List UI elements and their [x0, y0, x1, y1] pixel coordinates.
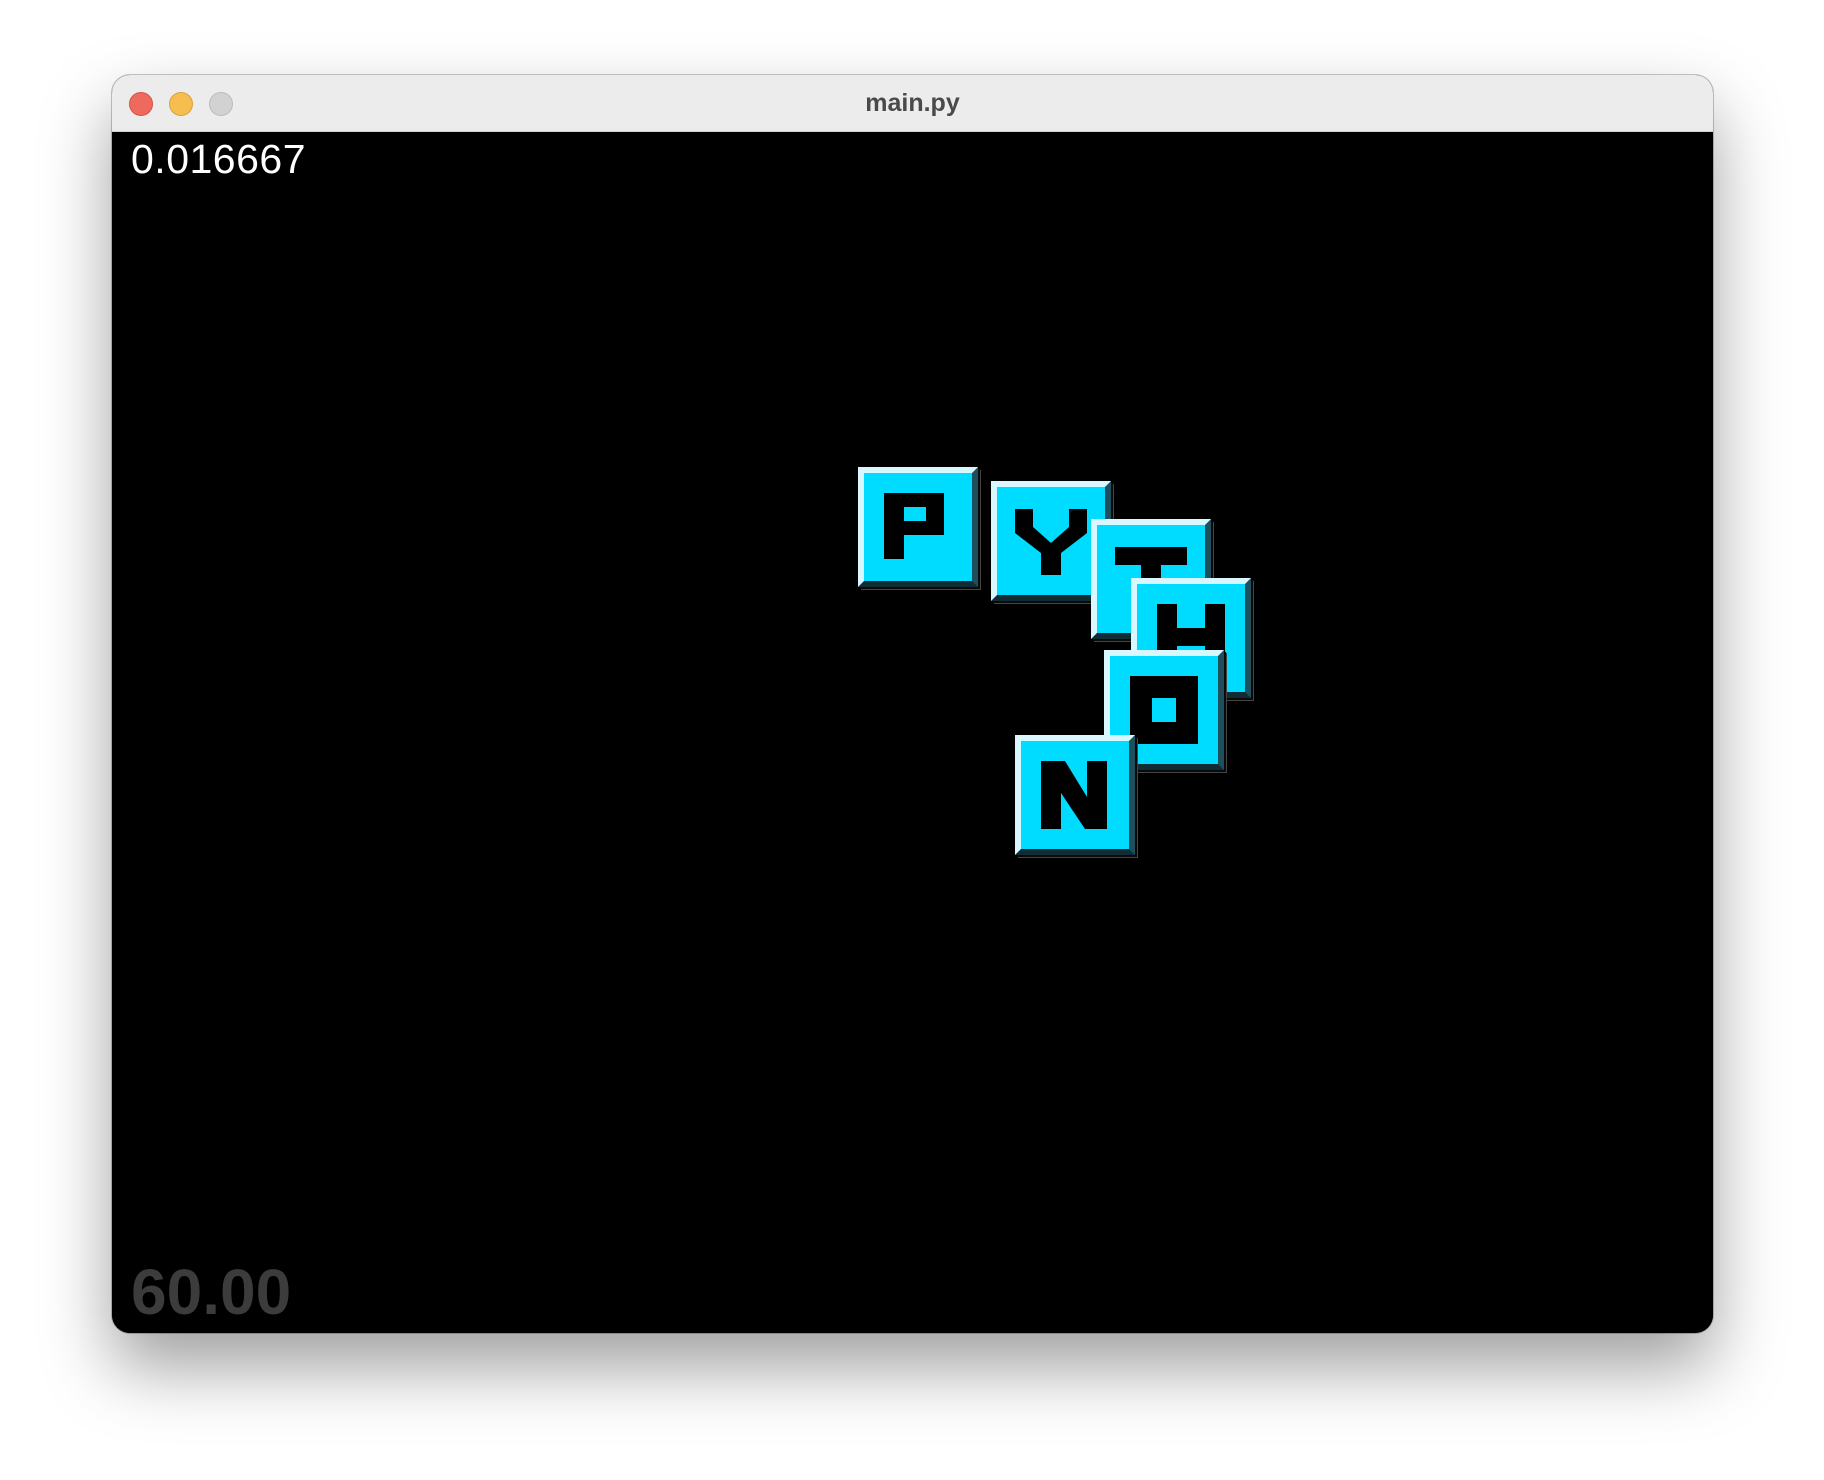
letter-p-glyph	[884, 493, 944, 559]
window-title: main.py	[865, 89, 960, 117]
letter-n-glyph	[1041, 761, 1107, 829]
fps-counter: 60.00	[131, 1256, 292, 1328]
game-canvas[interactable]: 0.016667 60.00	[112, 132, 1713, 1333]
frame-time-readout: 0.016667	[131, 136, 307, 182]
title-bar[interactable]: main.py	[112, 75, 1713, 132]
letter-tile-n	[1015, 735, 1135, 855]
letter-y-glyph	[1015, 509, 1087, 575]
app-window: main.py 0.016667 60.00	[112, 75, 1713, 1333]
letter-tile-p	[858, 467, 978, 587]
